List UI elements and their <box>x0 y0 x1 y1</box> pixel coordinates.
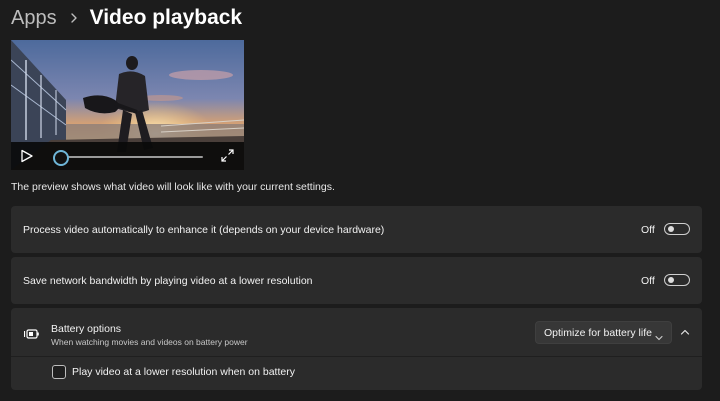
chevron-up-icon <box>680 329 690 335</box>
checkbox-label: Play video at a lower resolution when on… <box>72 366 295 378</box>
chevron-right-icon <box>67 11 81 25</box>
seek-bar[interactable] <box>60 156 203 158</box>
dropdown-selected-value: Optimize for battery life <box>544 327 652 339</box>
fullscreen-icon <box>221 149 234 162</box>
breadcrumb-apps-link[interactable]: Apps <box>11 7 57 30</box>
toggle-state-label: Off <box>641 224 655 236</box>
page-title: Video playback <box>89 6 243 29</box>
toggle-state-label: Off <box>641 275 655 287</box>
fullscreen-button[interactable] <box>221 149 234 162</box>
setting-label: Process video automatically to enhance i… <box>23 224 385 236</box>
process-video-toggle[interactable] <box>664 223 690 235</box>
setting-battery-options: Battery options When watching movies and… <box>11 308 702 390</box>
battery-options-subtitle: When watching movies and videos on batte… <box>51 337 248 347</box>
battery-saver-icon <box>23 327 40 339</box>
setting-save-network-bandwidth: Save network bandwidth by playing video … <box>11 257 702 304</box>
video-controls-bar <box>11 142 244 170</box>
play-button[interactable] <box>20 149 34 163</box>
battery-options-title: Battery options <box>51 323 122 335</box>
toggle-knob <box>668 226 674 232</box>
preview-caption: The preview shows what video will look l… <box>11 181 335 193</box>
seek-thumb[interactable] <box>53 150 69 166</box>
battery-lower-resolution-row: Play video at a lower resolution when on… <box>11 356 702 390</box>
save-bandwidth-toggle[interactable] <box>664 274 690 286</box>
battery-optimization-dropdown[interactable]: Optimize for battery life <box>535 321 672 344</box>
toggle-knob <box>668 277 674 283</box>
chevron-down-icon <box>655 329 663 341</box>
video-preview[interactable] <box>11 40 244 170</box>
setting-label: Save network bandwidth by playing video … <box>23 275 313 287</box>
video-playback-settings-page: Apps Video playback The preview shows wh… <box>0 0 720 401</box>
breadcrumb: Apps Video playback <box>11 3 242 33</box>
play-icon <box>21 149 33 163</box>
collapse-battery-options-button[interactable] <box>677 324 693 340</box>
lower-resolution-on-battery-checkbox[interactable] <box>52 365 66 379</box>
setting-process-video-automatically: Process video automatically to enhance i… <box>11 206 702 253</box>
